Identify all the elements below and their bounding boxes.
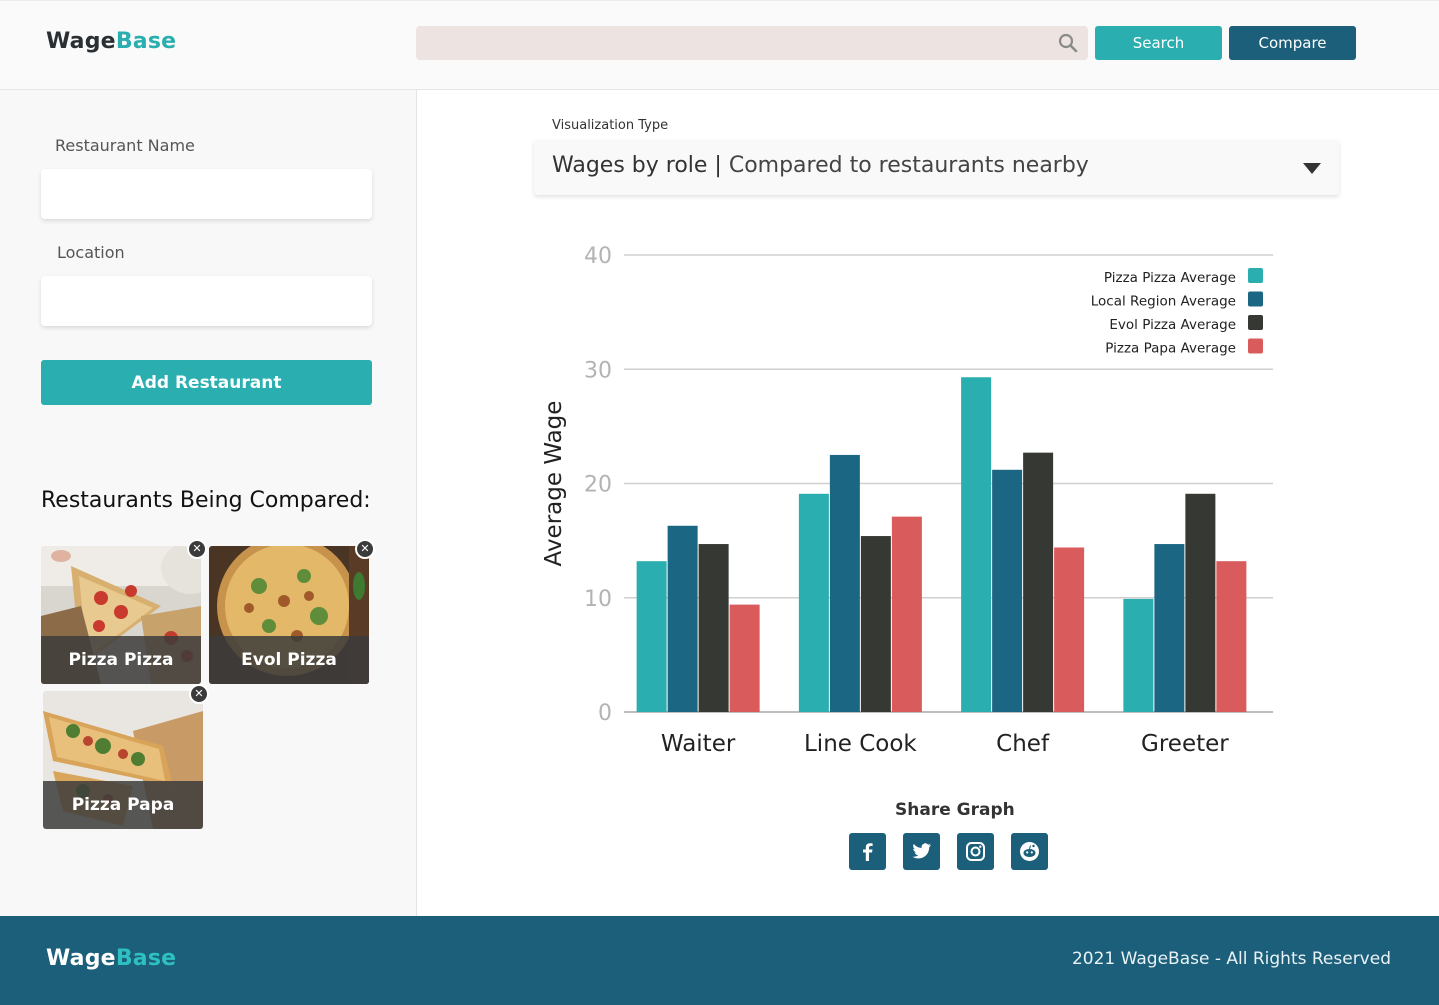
legend-swatch [1248, 291, 1263, 307]
reddit-icon [1020, 842, 1039, 861]
visualization-selected-value: Wages by role | Compared to restaurants … [552, 153, 1089, 178]
visualization-type-dropdown[interactable]: Wages by role | Compared to restaurants … [534, 140, 1339, 195]
location-input[interactable] [41, 276, 372, 326]
y-axis-label: Average Wage [541, 401, 567, 567]
search-input[interactable] [416, 26, 1036, 60]
bar [860, 536, 891, 712]
share-graph-title: Share Graph [895, 800, 1015, 820]
y-tick-label: 20 [584, 473, 612, 498]
add-restaurant-button[interactable]: Add Restaurant [41, 360, 372, 405]
y-tick-label: 30 [584, 358, 612, 383]
visualization-type-label: Visualization Type [552, 118, 669, 133]
bar [1154, 544, 1185, 712]
visualization-separator: | [707, 153, 729, 178]
header: WageBase Search Compare [0, 0, 1439, 90]
bar [698, 544, 729, 712]
bar [992, 469, 1023, 712]
bar [829, 454, 860, 712]
restaurant-card-label: Pizza Pizza [41, 636, 201, 684]
bar [1023, 452, 1054, 712]
instagram-icon [966, 842, 985, 861]
legend-label: Pizza Papa Average [1105, 341, 1236, 357]
logo[interactable]: WageBase [46, 29, 176, 54]
chevron-down-icon[interactable] [1303, 163, 1321, 174]
x-category-label: Chef [996, 731, 1050, 757]
search-button[interactable]: Search [1095, 26, 1222, 60]
y-tick-label: 0 [598, 701, 612, 726]
bar [798, 493, 829, 712]
visualization-main-text: Wages by role [552, 153, 708, 178]
footer: WageBase 2021 WageBase - All Rights Rese… [0, 916, 1439, 1005]
legend-label: Evol Pizza Average [1109, 317, 1236, 333]
restaurant-card-pizza-pizza[interactable]: Pizza Pizza [41, 546, 201, 684]
compare-button[interactable]: Compare [1229, 26, 1356, 60]
twitter-icon [912, 843, 931, 859]
legend-swatch [1248, 268, 1263, 283]
restaurant-name-input[interactable] [41, 169, 372, 219]
twitter-share-button[interactable] [903, 833, 940, 870]
compared-restaurants-title: Restaurants Being Compared: [41, 488, 371, 513]
bar [729, 604, 760, 712]
footer-logo[interactable]: WageBase [46, 946, 176, 971]
logo-part-base: Base [115, 29, 177, 54]
search-bar [416, 26, 1088, 60]
y-tick-label: 40 [584, 244, 612, 269]
sidebar: Restaurant Name Location Add Restaurant … [0, 90, 417, 916]
bar [636, 561, 667, 712]
wages-bar-chart: 0 10 20 30 40 Average Wage Waiter Line Cook Chef… [541, 244, 1273, 757]
copyright-text: 2021 WageBase - All Rights Reserved [1071, 949, 1391, 969]
bar [1185, 493, 1216, 712]
footer-logo-part-base: Base [115, 946, 177, 971]
restaurant-name-field-wrapper [41, 169, 372, 219]
bar [667, 525, 698, 712]
bar [1123, 598, 1154, 712]
legend-label: Local Region Average [1091, 294, 1236, 310]
visualization-sub-text: Compared to restaurants nearby [728, 153, 1089, 178]
search-icon[interactable] [1058, 33, 1078, 53]
footer-logo-part-wage: Wage [46, 946, 116, 971]
location-label: Location [57, 243, 125, 262]
restaurant-card-evol-pizza[interactable]: Evol Pizza [209, 546, 369, 684]
location-field-wrapper [41, 276, 372, 326]
remove-pizza-pizza-icon[interactable]: ✕ [187, 539, 207, 559]
y-tick-label: 10 [584, 587, 612, 612]
x-category-label: Waiter [661, 731, 736, 757]
legend-label: Pizza Pizza Average [1104, 270, 1236, 286]
restaurant-card-label: Evol Pizza [209, 636, 369, 684]
bar [961, 377, 992, 712]
bar [891, 516, 922, 712]
restaurant-name-label: Restaurant Name [55, 136, 195, 155]
restaurant-card-label: Pizza Papa [43, 781, 203, 829]
facebook-share-button[interactable] [849, 833, 886, 870]
reddit-share-button[interactable] [1011, 833, 1048, 870]
remove-pizza-papa-icon[interactable]: ✕ [189, 684, 209, 704]
facebook-icon [863, 843, 873, 861]
restaurant-card-pizza-papa[interactable]: Pizza Papa [43, 691, 203, 829]
x-category-label: Greeter [1141, 731, 1229, 757]
remove-evol-pizza-icon[interactable]: ✕ [355, 539, 375, 559]
bar [1054, 547, 1085, 712]
bar [1216, 561, 1247, 712]
legend-swatch [1248, 315, 1263, 330]
x-category-label: Line Cook [804, 731, 917, 757]
legend-swatch [1248, 338, 1263, 354]
logo-part-wage: Wage [46, 29, 116, 54]
instagram-share-button[interactable] [957, 833, 994, 870]
